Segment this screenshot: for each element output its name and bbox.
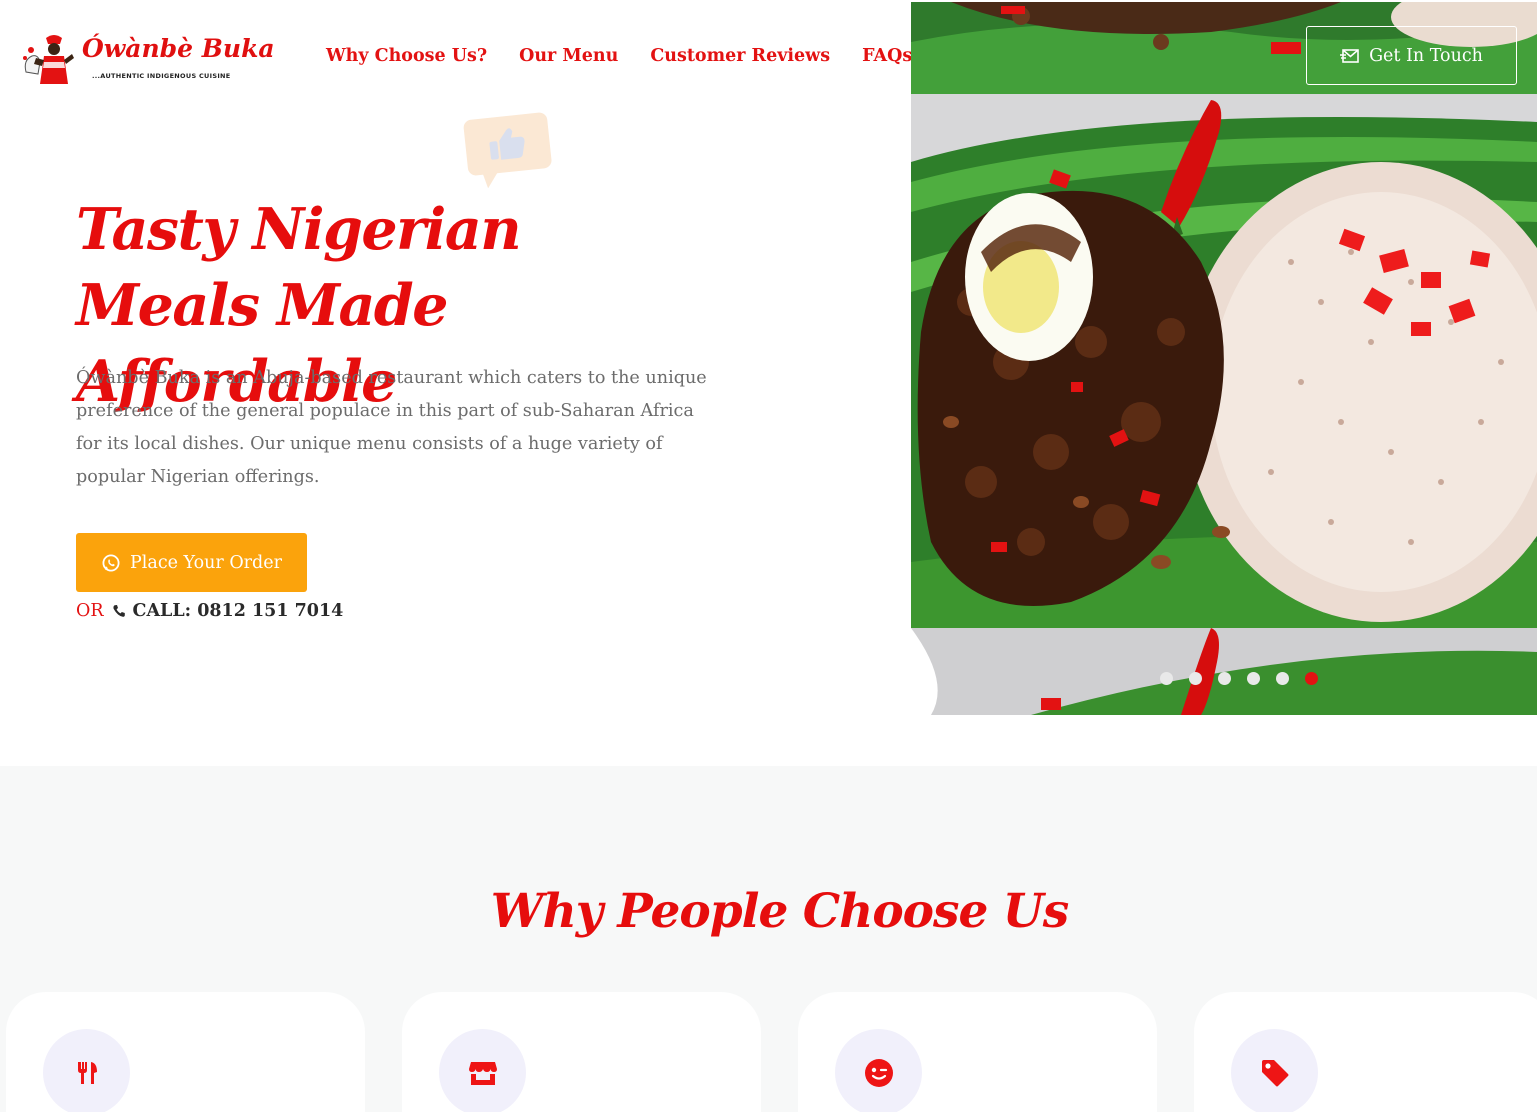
utensils-icon: [77, 1061, 97, 1084]
feature-card-3: [798, 992, 1157, 1112]
why-section-title: Why People Choose Us: [490, 884, 1069, 939]
slider-dot-2[interactable]: [1189, 672, 1202, 685]
thumbs-up-bubble-icon: [463, 112, 552, 188]
brand-logo[interactable]: Ówànbè Buka ...AUTHENTIC INDIGENOUS CUIS…: [20, 30, 275, 90]
card-icon-circle: [835, 1029, 922, 1112]
place-order-button[interactable]: Place Your Order: [76, 533, 307, 592]
main-nav: Why Choose Us? Our Menu Customer Reviews…: [326, 46, 912, 66]
card-icon-circle: [1231, 1029, 1318, 1112]
phone-icon: [112, 605, 125, 617]
place-order-label: Place Your Order: [130, 552, 282, 573]
feature-card-4: [1194, 992, 1537, 1112]
get-in-touch-label: Get In Touch: [1369, 45, 1483, 66]
nav-link-customer-reviews[interactable]: Customer Reviews: [650, 46, 830, 66]
tag-icon: [1261, 1059, 1288, 1086]
slider-dot-6-active[interactable]: [1305, 672, 1318, 685]
slider-dot-4[interactable]: [1247, 672, 1260, 685]
feature-card-1: [6, 992, 365, 1112]
whatsapp-icon: [102, 554, 120, 571]
hero-description: Ówànbè Buka is an Abuja-based restaurant…: [76, 368, 707, 487]
get-in-touch-button[interactable]: Get In Touch: [1306, 26, 1517, 85]
call-line: OR CALL: 0812 151 7014: [76, 601, 343, 621]
slider-dots: [1160, 672, 1318, 685]
nav-link-our-menu[interactable]: Our Menu: [519, 46, 618, 66]
card-icon-circle: [43, 1029, 130, 1112]
nav-link-why-choose-us[interactable]: Why Choose Us?: [326, 46, 487, 66]
card-icon-circle: [439, 1029, 526, 1112]
logo-figure-icon: [23, 35, 74, 84]
slider-dot-1[interactable]: [1160, 672, 1173, 685]
hero-food-image: [911, 2, 1537, 715]
wink-icon: [864, 1058, 893, 1087]
logo-tagline: ...AUTHENTIC INDIGENOUS CUISINE: [92, 72, 231, 80]
logo-wordmark: Ówànbè Buka: [82, 34, 275, 63]
food-photo: [911, 2, 1537, 715]
slider-dot-5[interactable]: [1276, 672, 1289, 685]
store-icon: [468, 1061, 497, 1085]
site-header: Ówànbè Buka ...AUTHENTIC INDIGENOUS CUIS…: [0, 0, 912, 110]
envelope-icon: [1340, 48, 1359, 63]
or-label: OR: [76, 601, 104, 621]
slider-dot-3[interactable]: [1218, 672, 1231, 685]
feature-card-2: [402, 992, 761, 1112]
call-phone-number[interactable]: CALL: 0812 151 7014: [133, 601, 344, 621]
nav-link-faqs[interactable]: FAQs: [862, 46, 912, 66]
why-choose-us-section: Why People Choose Us: [0, 766, 1537, 1112]
